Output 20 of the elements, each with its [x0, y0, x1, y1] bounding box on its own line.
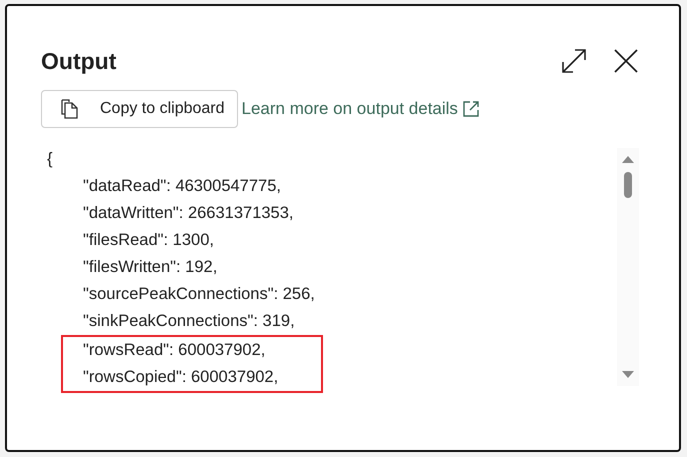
code-line: {: [47, 149, 54, 170]
scrollbar[interactable]: [617, 148, 639, 386]
scrollbar-thumb[interactable]: [624, 172, 632, 198]
expand-icon[interactable]: [561, 48, 587, 74]
code-line: "dataRead": 46300547775,: [82, 176, 282, 197]
learn-more-link[interactable]: Learn more on output details: [242, 99, 458, 119]
code-line: "rowsRead": 600037902,: [82, 340, 266, 361]
scroll-down-icon[interactable]: [621, 370, 635, 380]
external-link-icon[interactable]: [462, 100, 480, 118]
code-line: "filesWritten": 192,: [82, 257, 218, 278]
copy-button[interactable]: Copy to clipboard: [41, 90, 238, 128]
code-line: "sinkPeakConnections": 319,: [82, 311, 296, 332]
code-line: "dataWritten": 26631371353,: [82, 203, 294, 224]
code-line: "sourcePeakConnections": 256,: [82, 284, 316, 305]
dialog-title: Output: [41, 48, 116, 74]
code-line: "rowsCopied": 600037902,: [82, 367, 280, 388]
copy-icon: [60, 98, 80, 120]
scroll-up-icon[interactable]: [621, 154, 635, 164]
close-icon[interactable]: [613, 48, 639, 74]
code-line: "filesRead": 1300,: [82, 230, 215, 251]
